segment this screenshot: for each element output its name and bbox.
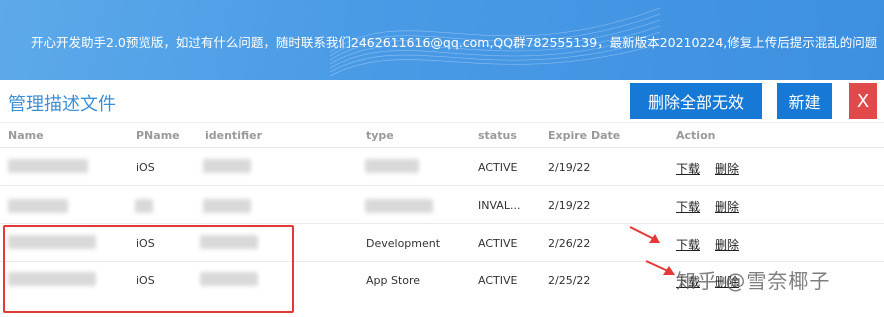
row-type: Development <box>366 237 441 250</box>
header-banner: 开心开发助手2.0预览版，如过有什么问题，随时联系我们2462611616@qq… <box>0 0 884 80</box>
row-status: INVAL... <box>478 199 521 212</box>
column-header-identifier: identifier <box>205 129 263 142</box>
banner-notice-text: 开心开发助手2.0预览版，如过有什么问题，随时联系我们2462611616@qq… <box>31 35 878 50</box>
redacted-pname <box>135 199 153 213</box>
delete-all-invalid-button[interactable]: 删除全部无效 <box>630 83 762 119</box>
download-link[interactable]: 下载 <box>676 236 700 253</box>
redacted-name <box>8 199 68 213</box>
row-status: ACTIVE <box>478 161 518 174</box>
row-expire-date: 2/25/22 <box>548 274 591 287</box>
column-header-type: type <box>366 129 394 142</box>
watermark: 知乎 @雪奈椰子 <box>676 269 831 293</box>
redacted-identifier <box>203 199 251 213</box>
redacted-identifier <box>203 159 251 173</box>
table-row[interactable]: iOS ACTIVE 2/19/22 下载 删除 <box>0 149 884 186</box>
row-pname: iOS <box>136 161 155 174</box>
new-button[interactable]: 新建 <box>777 83 832 119</box>
highlight-box <box>3 225 294 313</box>
toolbar: 管理描述文件 删除全部无效 新建 X <box>0 80 884 122</box>
row-expire-date: 2/26/22 <box>548 237 591 250</box>
redacted-name <box>8 159 88 173</box>
download-link[interactable]: 下载 <box>676 160 700 177</box>
column-header-status: status <box>478 129 517 142</box>
close-button[interactable]: X <box>849 83 877 119</box>
row-expire-date: 2/19/22 <box>548 199 591 212</box>
page-title: 管理描述文件 <box>8 94 116 115</box>
column-header-action: Action <box>676 129 716 142</box>
column-header-expire-date: Expire Date <box>548 129 621 142</box>
table-row[interactable]: INVAL... 2/19/22 下载 删除 <box>0 187 884 224</box>
redacted-type <box>365 199 433 213</box>
arrow-annotation-icon <box>645 260 675 275</box>
row-type: App Store <box>366 274 421 287</box>
column-header-pname: PName <box>136 129 180 142</box>
column-header-name: Name <box>8 129 44 142</box>
delete-link[interactable]: 删除 <box>715 160 739 177</box>
table-header: Name PName identifier type status Expire… <box>0 122 884 148</box>
delete-link[interactable]: 删除 <box>715 198 739 215</box>
row-status: ACTIVE <box>478 237 518 250</box>
download-link[interactable]: 下载 <box>676 198 700 215</box>
row-expire-date: 2/19/22 <box>548 161 591 174</box>
delete-link[interactable]: 删除 <box>715 236 739 253</box>
arrow-annotation-icon <box>629 226 660 243</box>
row-status: ACTIVE <box>478 274 518 287</box>
redacted-type <box>365 159 419 173</box>
